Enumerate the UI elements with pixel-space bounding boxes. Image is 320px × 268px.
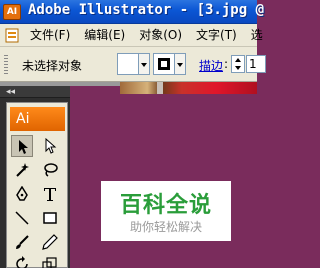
selection-tool-icon[interactable] [11, 135, 33, 157]
stroke-weight-input[interactable]: 1 [246, 55, 266, 73]
ai-logo: Ai [10, 107, 65, 131]
watermark-subtitle: 助你轻松解决 [129, 220, 202, 234]
rotate-tool-icon[interactable] [11, 253, 33, 268]
line-segment-tool-icon[interactable] [11, 207, 33, 229]
watermark-title: 百科全说 [119, 193, 212, 218]
pen-tool-icon[interactable] [11, 183, 33, 205]
pencil-tool-icon[interactable] [39, 231, 61, 253]
stroke-colon: : [224, 57, 229, 71]
stroke-color-swatch[interactable] [153, 53, 175, 75]
control-bar: 未选择对象 描边 : 1 [0, 47, 266, 82]
rectangle-tool-icon[interactable] [39, 207, 61, 229]
placed-image-edge[interactable] [120, 82, 257, 94]
stroke-dropdown-button[interactable] [175, 53, 186, 75]
chevron-down-icon [141, 63, 147, 67]
tools-panel-body: Ai [6, 102, 68, 268]
menu-bar: 文件(F) 编辑(E) 对象(O) 文字(T) 选 [0, 24, 263, 47]
tools-panel-header[interactable]: ◂◂ [0, 86, 70, 98]
direct-selection-tool-icon[interactable] [39, 135, 61, 157]
chevron-down-icon [177, 63, 183, 67]
spin-up-icon[interactable] [235, 58, 241, 62]
stroke-weight-spinner[interactable] [231, 55, 245, 73]
collapse-panel-icon[interactable]: ◂◂ [6, 86, 15, 98]
watermark-logo: 百科全说 助你轻松解决 [101, 181, 231, 241]
tools-panel: ◂◂ Ai [0, 86, 70, 268]
fill-dropdown-button[interactable] [139, 53, 150, 75]
menu-type[interactable]: 文字(T) [196, 24, 237, 47]
menu-items: 文件(F) 编辑(E) 对象(O) 文字(T) 选 [30, 24, 277, 47]
selection-status: 未选择对象 [22, 59, 83, 73]
title-bar: AI Adobe Illustrator - [3.jpg @ [0, 0, 264, 24]
stroke-panel-link[interactable]: 描边 [199, 57, 223, 74]
window-title: Adobe Illustrator - [3.jpg @ [28, 2, 265, 18]
menu-edit[interactable]: 编辑(E) [84, 24, 125, 47]
scale-tool-icon[interactable] [39, 253, 61, 268]
magic-wand-tool-icon[interactable] [11, 159, 33, 181]
menu-object[interactable]: 对象(O) [139, 24, 182, 47]
fill-color-swatch[interactable] [117, 53, 139, 75]
document-icon[interactable] [5, 28, 21, 43]
stroke-square-icon [158, 58, 170, 70]
lasso-tool-icon[interactable] [39, 159, 61, 181]
spin-down-icon[interactable] [235, 66, 241, 70]
menu-file[interactable]: 文件(F) [30, 24, 70, 47]
control-bar-grip[interactable] [4, 55, 8, 75]
paintbrush-tool-icon[interactable] [11, 231, 33, 253]
type-tool-icon[interactable] [39, 183, 61, 205]
menu-select[interactable]: 选 [251, 24, 263, 47]
illustrator-app-icon[interactable]: AI [3, 4, 21, 20]
